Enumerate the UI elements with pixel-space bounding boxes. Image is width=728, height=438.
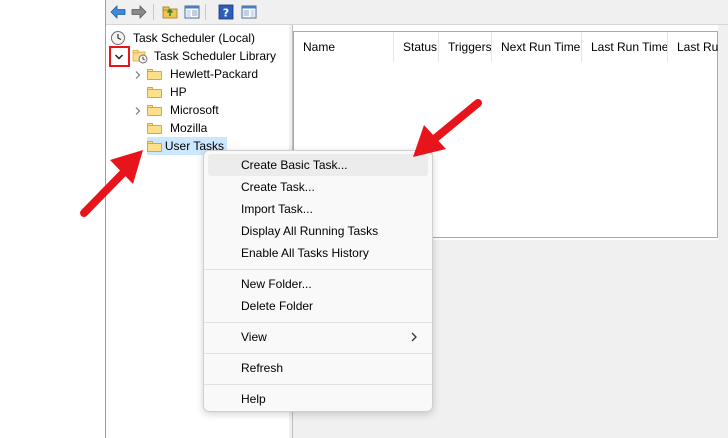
toolbar-separator bbox=[153, 4, 154, 20]
context-menu: Create Basic Task... Create Task... Impo… bbox=[203, 150, 433, 412]
list-header: Name Status Triggers Next Run Time Last … bbox=[294, 32, 718, 62]
menu-item-label: Display All Running Tasks bbox=[241, 224, 379, 238]
tree-library-item[interactable]: Task Scheduler Library bbox=[132, 47, 279, 65]
menu-item-label: Refresh bbox=[241, 361, 284, 375]
chevron-right-icon bbox=[411, 332, 417, 342]
folder-icon bbox=[147, 122, 162, 134]
up-folder-icon[interactable] bbox=[161, 3, 179, 21]
forward-arrow-icon[interactable] bbox=[130, 3, 148, 21]
tree-folder-item[interactable]: Hewlett-Packard bbox=[147, 65, 261, 83]
folder-icon bbox=[147, 140, 162, 152]
column-header-last-run-result[interactable]: Last Run bbox=[668, 32, 718, 62]
show-hide-action-pane-icon[interactable] bbox=[240, 3, 258, 21]
tree-root-label: Task Scheduler (Local) bbox=[133, 31, 256, 45]
folder-clock-icon bbox=[132, 48, 148, 64]
tree-library-label: Task Scheduler Library bbox=[154, 49, 277, 63]
show-hide-console-tree-icon[interactable] bbox=[183, 3, 201, 21]
column-header-name[interactable]: Name bbox=[294, 32, 394, 62]
menu-item-delete-folder[interactable]: Delete Folder bbox=[208, 295, 428, 317]
tree-folder-item[interactable]: Mozilla bbox=[147, 119, 210, 137]
menu-item-create-task[interactable]: Create Task... bbox=[208, 176, 428, 198]
toolbar: ? bbox=[106, 0, 728, 25]
tree-folder-label: Mozilla bbox=[170, 121, 208, 135]
menu-separator bbox=[204, 269, 432, 270]
back-arrow-icon[interactable] bbox=[109, 3, 127, 21]
menu-separator bbox=[204, 353, 432, 354]
tree-folder-item[interactable]: Microsoft bbox=[147, 101, 222, 119]
help-icon[interactable]: ? bbox=[217, 3, 235, 21]
column-header-last-run-time[interactable]: Last Run Time bbox=[582, 32, 668, 62]
svg-text:?: ? bbox=[223, 7, 229, 20]
clock-icon bbox=[110, 30, 126, 46]
toolbar-separator bbox=[205, 4, 206, 20]
menu-item-enable-tasks-history[interactable]: Enable All Tasks History bbox=[208, 242, 428, 264]
menu-item-label: View bbox=[241, 330, 267, 344]
folder-icon bbox=[147, 104, 162, 116]
column-header-status[interactable]: Status bbox=[394, 32, 439, 62]
menu-item-label: Import Task... bbox=[241, 202, 313, 216]
menu-item-new-folder[interactable]: New Folder... bbox=[208, 273, 428, 295]
menu-item-label: New Folder... bbox=[241, 277, 312, 291]
menu-item-create-basic-task[interactable]: Create Basic Task... bbox=[208, 154, 428, 176]
menu-item-label: Enable All Tasks History bbox=[241, 246, 369, 260]
folder-icon bbox=[147, 86, 162, 98]
menu-item-display-running-tasks[interactable]: Display All Running Tasks bbox=[208, 220, 428, 242]
chevron-right-icon[interactable] bbox=[133, 70, 143, 80]
menu-item-label: Create Task... bbox=[241, 180, 315, 194]
menu-item-label: Delete Folder bbox=[241, 299, 314, 313]
menu-item-label: Help bbox=[241, 392, 266, 406]
tree-folder-label: HP bbox=[170, 85, 187, 99]
column-header-triggers[interactable]: Triggers bbox=[439, 32, 492, 62]
right-edge bbox=[718, 25, 728, 438]
chevron-right-icon[interactable] bbox=[133, 106, 143, 116]
menu-item-help[interactable]: Help bbox=[208, 388, 428, 410]
column-header-next-run-time[interactable]: Next Run Time bbox=[492, 32, 582, 62]
menu-item-import-task[interactable]: Import Task... bbox=[208, 198, 428, 220]
menu-separator bbox=[204, 384, 432, 385]
menu-separator bbox=[204, 322, 432, 323]
tree-root-item[interactable]: Task Scheduler (Local) bbox=[110, 29, 258, 47]
menu-item-view[interactable]: View bbox=[208, 326, 428, 348]
highlight-box bbox=[109, 46, 130, 67]
folder-icon bbox=[147, 68, 162, 80]
left-margin bbox=[0, 0, 105, 438]
tree-folder-label: Microsoft bbox=[170, 103, 219, 117]
tree-folder-label: Hewlett-Packard bbox=[170, 67, 259, 81]
tree-folder-item[interactable]: HP bbox=[147, 83, 190, 101]
menu-item-label: Create Basic Task... bbox=[241, 158, 348, 172]
menu-item-refresh[interactable]: Refresh bbox=[208, 357, 428, 379]
